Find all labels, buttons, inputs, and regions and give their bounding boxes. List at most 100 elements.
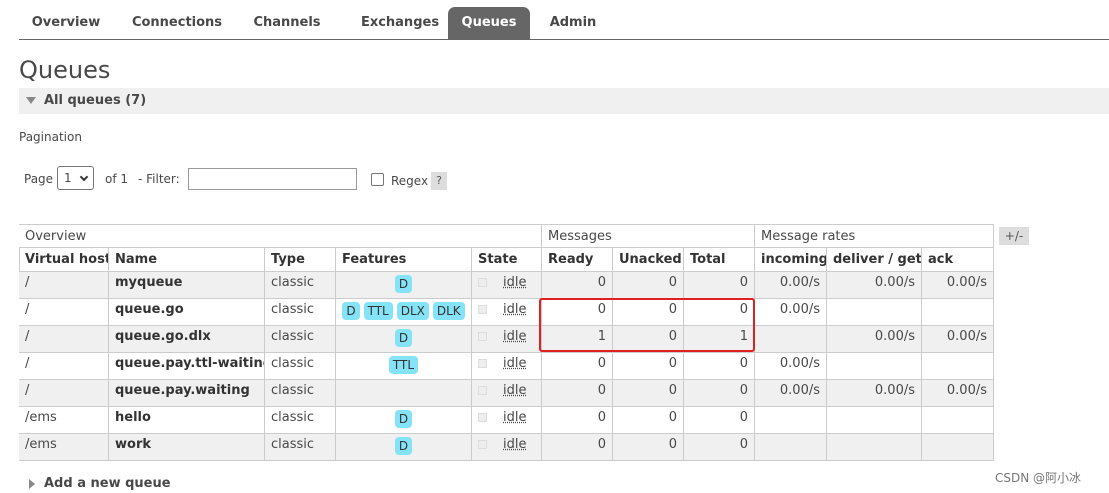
column-toggle-button[interactable]: +/-: [999, 227, 1029, 245]
table-cell-name[interactable]: hello: [109, 407, 265, 434]
table-cell-state: idle: [472, 380, 542, 407]
table-cell-deliver: [827, 434, 922, 461]
feature-badge: D: [394, 329, 413, 347]
state-indicator: [478, 386, 487, 395]
column-header[interactable]: deliver / get: [827, 248, 922, 272]
table-cell-type: classic: [265, 326, 336, 353]
state-indicator: [478, 332, 487, 341]
tab-connections[interactable]: Connections: [119, 7, 235, 39]
table-cell-ack: [922, 353, 994, 380]
table-cell-ack: [922, 299, 994, 326]
table-cell-features: TTL: [336, 353, 472, 380]
regex-checkbox[interactable]: [371, 173, 384, 186]
state-indicator: [478, 305, 487, 314]
table-cell-name[interactable]: queue.pay.ttl-waiting: [109, 353, 265, 380]
table-cell-incoming: [755, 326, 827, 353]
column-header[interactable]: Virtual host: [19, 248, 109, 272]
table-cell-deliver: [827, 407, 922, 434]
tab-admin[interactable]: Admin: [539, 7, 607, 39]
table-cell-type: classic: [265, 434, 336, 461]
help-button[interactable]: ?: [431, 172, 447, 190]
table-cell-features: D: [336, 407, 472, 434]
table-cell-ready: 0: [542, 407, 613, 434]
table-cell-ready: 0: [542, 380, 613, 407]
table-cell-ack: [922, 434, 994, 461]
table-cell-vhost: /: [19, 353, 109, 380]
page-select-value: 1: [64, 171, 72, 185]
table-cell-vhost: /ems: [19, 434, 109, 461]
state-text: idle: [503, 410, 527, 425]
table-cell-total: 0: [684, 407, 755, 434]
table-cell-vhost: /ems: [19, 407, 109, 434]
table-cell-state: idle: [472, 299, 542, 326]
table-cell-ready: 0: [542, 353, 613, 380]
table-cell-total: 0: [684, 380, 755, 407]
table-cell-incoming: 0.00/s: [755, 380, 827, 407]
table-cell-unacked: 0: [613, 380, 684, 407]
table-cell-name[interactable]: queue.pay.waiting: [109, 380, 265, 407]
column-header[interactable]: Ready: [542, 248, 613, 272]
page-select[interactable]: 1: [57, 166, 94, 190]
state-text: idle: [503, 275, 527, 290]
table-cell-state: idle: [472, 326, 542, 353]
state-indicator: [478, 359, 487, 368]
regex-label: Regex: [391, 174, 429, 188]
table-cell-features: D: [336, 434, 472, 461]
table-cell-ack: 0.00/s: [922, 326, 994, 353]
feature-badge: TTL: [388, 356, 419, 374]
tab-overview[interactable]: Overview: [19, 7, 113, 39]
tab-exchanges[interactable]: Exchanges: [341, 7, 459, 39]
feature-badge: TTL: [363, 302, 393, 320]
state-text: idle: [503, 437, 527, 452]
table-cell-incoming: 0.00/s: [755, 299, 827, 326]
tab-queues[interactable]: Queues: [448, 7, 530, 39]
table-cell-total: 0: [684, 272, 755, 299]
table-cell-name[interactable]: work: [109, 434, 265, 461]
column-header[interactable]: State: [472, 248, 542, 272]
table-cell-name[interactable]: queue.go.dlx: [109, 326, 265, 353]
table-cell-name[interactable]: myqueue: [109, 272, 265, 299]
table-cell-incoming: [755, 434, 827, 461]
table-cell-name[interactable]: queue.go: [109, 299, 265, 326]
table-cell-state: idle: [472, 272, 542, 299]
tab-channels[interactable]: Channels: [241, 7, 333, 39]
group-header: Message rates: [755, 224, 994, 248]
column-header[interactable]: Unacked: [613, 248, 684, 272]
table-cell-state: idle: [472, 353, 542, 380]
table-cell-features: D TTL DLX DLK: [336, 299, 472, 326]
section-label: All queues (7): [44, 93, 147, 108]
table-cell-ready: 0: [542, 434, 613, 461]
table-cell-unacked: 0: [613, 434, 684, 461]
column-header[interactable]: Features: [336, 248, 472, 272]
table-cell-type: classic: [265, 353, 336, 380]
table-cell-type: classic: [265, 380, 336, 407]
state-indicator: [478, 440, 487, 449]
table-cell-total: 0: [684, 434, 755, 461]
watermark: CSDN @阿小冰: [995, 471, 1082, 485]
column-header[interactable]: ack: [922, 248, 994, 272]
table-cell-features: D: [336, 272, 472, 299]
feature-badge: D: [394, 275, 413, 293]
group-header: Messages: [542, 224, 755, 248]
table-cell-vhost: /: [19, 326, 109, 353]
page-label: Page: [24, 172, 54, 186]
column-header[interactable]: incoming: [755, 248, 827, 272]
table-cell-deliver: 0.00/s: [827, 326, 922, 353]
add-queue-section-header[interactable]: Add a new queue: [29, 476, 171, 491]
table-cell-incoming: 0.00/s: [755, 272, 827, 299]
table-cell-features: [336, 380, 472, 407]
table-cell-incoming: 0.00/s: [755, 353, 827, 380]
table-cell-ack: 0.00/s: [922, 380, 994, 407]
table-cell-unacked: 0: [613, 272, 684, 299]
table-cell-deliver: 0.00/s: [827, 272, 922, 299]
column-header[interactable]: Type: [265, 248, 336, 272]
all-queues-section-header[interactable]: All queues (7): [19, 88, 1109, 114]
table-cell-features: D: [336, 326, 472, 353]
filter-input[interactable]: [188, 168, 357, 190]
highlight-box: [539, 298, 755, 352]
table-cell-ready: 0: [542, 272, 613, 299]
column-header[interactable]: Total: [684, 248, 755, 272]
column-header[interactable]: Name: [109, 248, 265, 272]
table-cell-unacked: 0: [613, 353, 684, 380]
add-queue-label: Add a new queue: [44, 476, 171, 491]
